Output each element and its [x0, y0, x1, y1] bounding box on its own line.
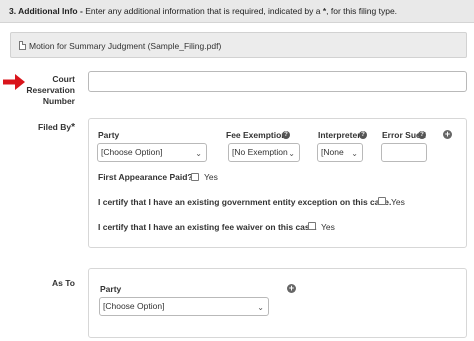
gov-exception-yes-label: Yes — [391, 197, 405, 207]
chevron-down-icon: ⌄ — [288, 149, 295, 158]
section-header-text: 3. Additional Info - Enter any additiona… — [9, 6, 397, 16]
filed-by-required-marker: * — [71, 122, 75, 133]
fee-exemption-select-value: [No Exemption — [232, 147, 288, 157]
fee-exemption-column-header: Fee Exemption — [226, 130, 286, 140]
gov-exception-label: I certify that I have an existing govern… — [98, 197, 392, 207]
court-reservation-label-line1: Court — [52, 74, 75, 84]
fee-exemption-header-text: Fee Exemption — [226, 130, 287, 140]
file-name: Motion for Summary Judgment (Sample_Fili… — [29, 41, 222, 51]
error-sued-input[interactable] — [381, 143, 427, 162]
fee-waiver-checkbox[interactable] — [308, 222, 316, 230]
first-appearance-checkbox[interactable] — [191, 173, 199, 181]
as-to-party-select[interactable]: [Choose Option] ⌄ — [99, 297, 269, 316]
add-as-to-party-plus-icon[interactable]: + — [287, 284, 296, 293]
filed-by-party-select[interactable]: [Choose Option] ⌄ — [97, 143, 207, 162]
court-reservation-label: Court Reservation Number — [20, 74, 75, 107]
file-attachment: Motion for Summary Judgment (Sample_Fili… — [10, 32, 467, 58]
court-reservation-input[interactable] — [88, 71, 467, 92]
first-appearance-yes-label: Yes — [204, 172, 218, 182]
fee-exemption-select[interactable]: [No Exemption ⌄ — [228, 143, 300, 162]
first-appearance-label: First Appearance Paid? — [98, 172, 193, 182]
court-reservation-label-line3: Number — [42, 96, 75, 106]
as-to-party-select-value: [Choose Option] — [103, 301, 165, 311]
add-party-plus-icon[interactable]: + — [443, 130, 452, 139]
as-to-party-column-header: Party — [100, 284, 122, 294]
filed-by-label-text: Filed By — [38, 122, 72, 132]
fee-waiver-label: I certify that I have an existing fee wa… — [98, 222, 317, 232]
section-description-suffix: , for this filing type. — [326, 6, 398, 16]
interpreter-select-value: [None — [321, 147, 344, 157]
help-icon[interactable]: ? — [359, 131, 367, 139]
chevron-down-icon: ⌄ — [195, 149, 202, 158]
interpreter-column-header: Interpreter — [318, 130, 361, 140]
party-column-header: Party — [98, 130, 120, 140]
chevron-down-icon: ⌄ — [257, 303, 264, 312]
interpreter-select[interactable]: [None ⌄ — [317, 143, 363, 162]
gov-exception-checkbox[interactable] — [378, 197, 386, 205]
as-to-label: As To — [52, 278, 75, 288]
chevron-down-icon: ⌄ — [351, 149, 358, 158]
filed-by-label: Filed By* — [10, 122, 75, 133]
section-description-prefix: Enter any additional information that is… — [85, 6, 323, 16]
help-icon[interactable]: ? — [282, 131, 290, 139]
court-reservation-label-line2: Reservation — [26, 85, 75, 95]
section-title: 3. Additional Info - — [9, 6, 86, 16]
file-icon — [19, 41, 26, 50]
section-header: 3. Additional Info - Enter any additiona… — [0, 0, 474, 23]
fee-waiver-yes-label: Yes — [321, 222, 335, 232]
filed-by-party-select-value: [Choose Option] — [101, 147, 163, 157]
help-icon[interactable]: ? — [418, 131, 426, 139]
